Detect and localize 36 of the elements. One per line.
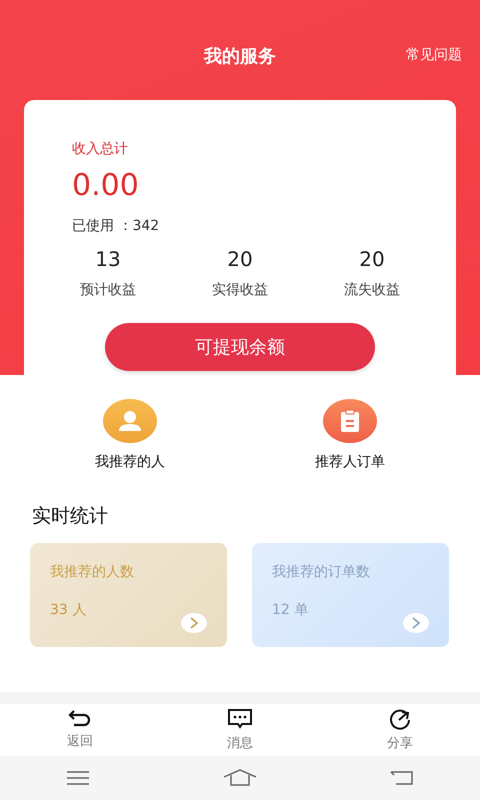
- stat-label: 实得收益: [212, 281, 268, 299]
- chevron-right-icon: [190, 617, 198, 629]
- used-count: 已使用 ：342: [72, 217, 160, 235]
- person-icon: [117, 409, 143, 433]
- tab-bar-item[interactable]: 消息: [200, 704, 280, 756]
- page-title: 我的服务: [204, 45, 276, 68]
- share-icon: [387, 708, 413, 730]
- shortcut-link[interactable]: 推荐人订单: [315, 453, 385, 471]
- section-title: 实时统计: [32, 504, 109, 529]
- stat-card-title: 我推荐的人数: [50, 563, 135, 581]
- stat-label: 预计收益: [80, 281, 136, 299]
- back-arrow-icon: [68, 708, 92, 728]
- chevron-button[interactable]: [181, 613, 207, 633]
- home-icon[interactable]: [222, 769, 257, 787]
- shortcut-icon-circle[interactable]: [103, 399, 157, 443]
- chevron-button[interactable]: [403, 613, 429, 633]
- stat-card-title: 我推荐的订单数: [272, 563, 371, 581]
- tab-bar-item[interactable]: 返回: [40, 704, 120, 756]
- chevron-right-icon: [412, 617, 420, 629]
- back-icon[interactable]: [390, 770, 414, 786]
- income-label: 收入总计: [72, 140, 129, 158]
- tab-bar-item[interactable]: 分享: [360, 704, 440, 756]
- message-icon: [227, 708, 253, 730]
- stat-value: 13: [95, 247, 121, 271]
- stat-card-value: 33 人: [50, 601, 88, 619]
- clipboard-icon: [340, 409, 360, 433]
- stat-value: 20: [359, 247, 385, 271]
- withdraw-button[interactable]: 可提现余额: [105, 323, 375, 371]
- stat-value: 20: [227, 247, 253, 271]
- stat-card-value: 12 单: [272, 601, 310, 619]
- shortcut-icon-circle[interactable]: [323, 399, 377, 443]
- shortcut-link[interactable]: 我推荐的人: [95, 453, 165, 471]
- faq-link[interactable]: 常见问题: [406, 46, 462, 64]
- menu-icon[interactable]: [66, 770, 90, 786]
- income-amount: 0.00: [72, 168, 140, 203]
- stat-label: 流失收益: [344, 281, 400, 299]
